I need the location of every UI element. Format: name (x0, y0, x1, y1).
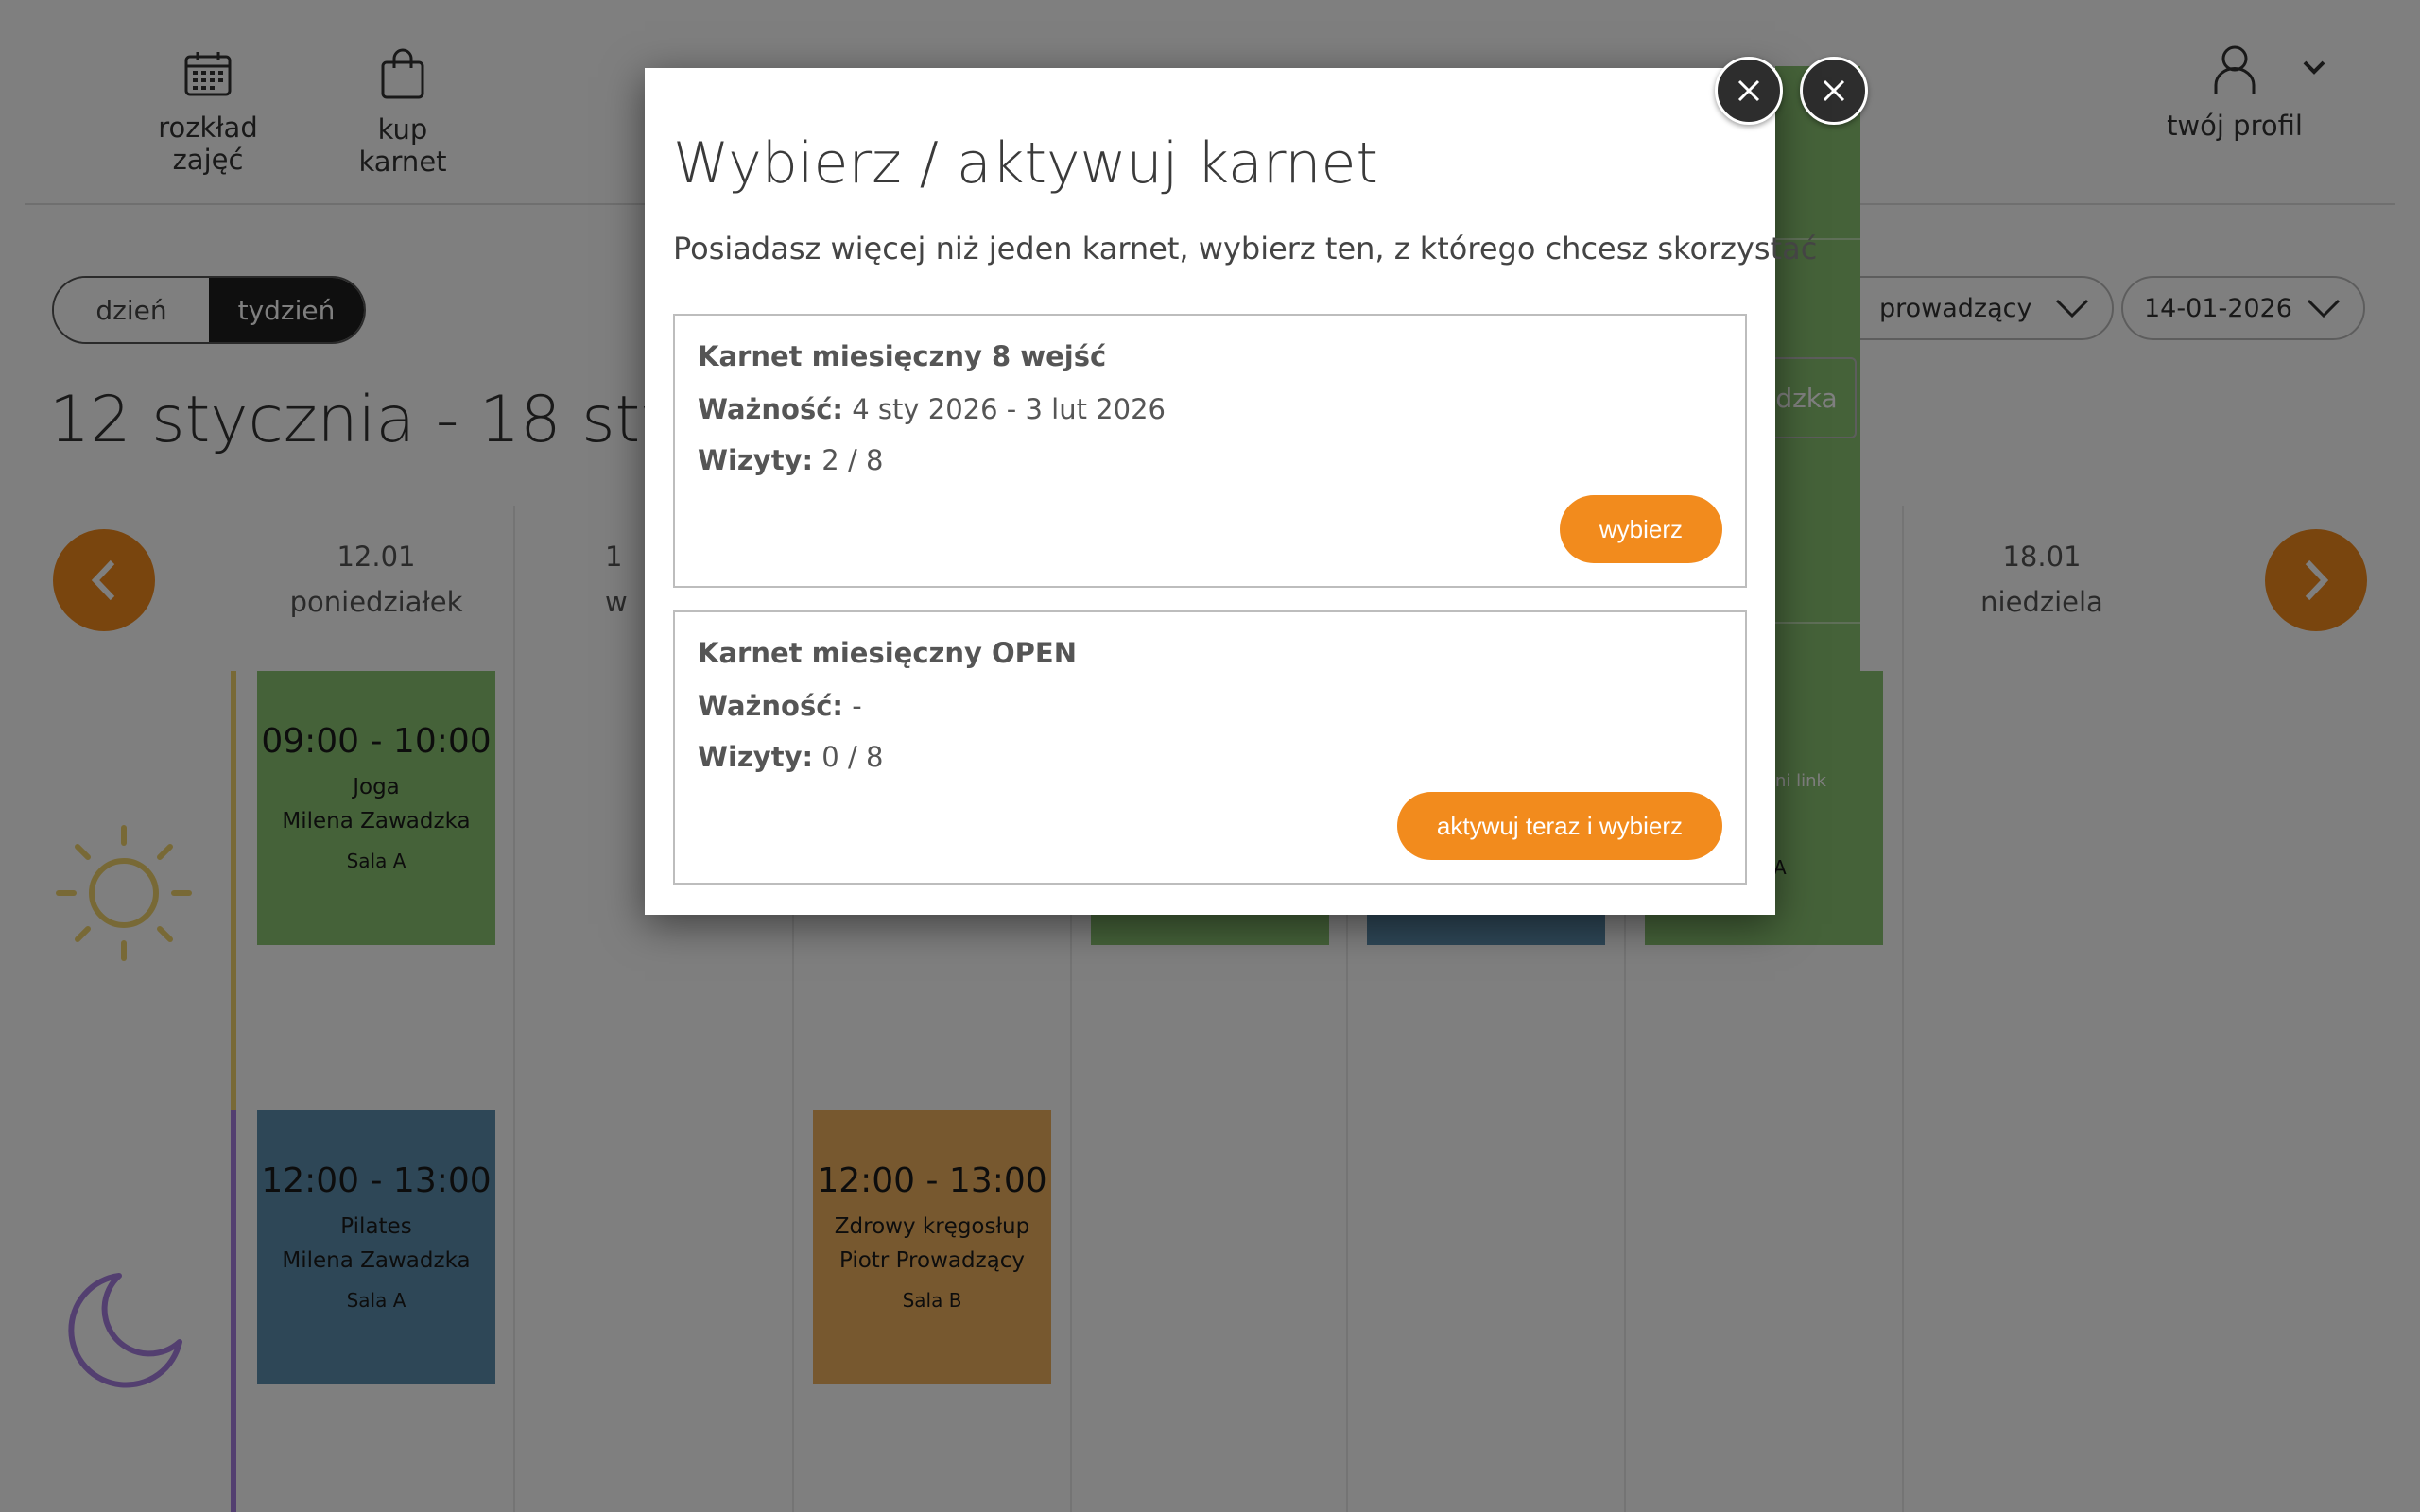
modal-title: Wybierz / aktywuj karnet (673, 130, 1378, 197)
pass-visits: Wizyty: 0 / 8 (698, 741, 883, 773)
pass-card: Karnet miesięczny OPEN Ważność: - Wizyty… (673, 610, 1747, 885)
pass-validity: Ważność: - (698, 690, 862, 722)
validity-value: 4 sty 2026 - 3 lut 2026 (852, 393, 1166, 425)
validity-label: Ważność: (698, 690, 844, 722)
modal-subtitle: Posiadasz więcej niż jeden karnet, wybie… (673, 231, 1818, 266)
visits-label: Wizyty: (698, 741, 814, 773)
pass-validity: Ważność: 4 sty 2026 - 3 lut 2026 (698, 393, 1166, 425)
close-icon (1823, 79, 1845, 102)
visits-value: 2 / 8 (821, 444, 884, 476)
modal-close-button[interactable] (1715, 57, 1783, 125)
visits-value: 0 / 8 (821, 741, 884, 773)
select-pass-modal: Wybierz / aktywuj karnet Posiadasz więce… (645, 68, 1817, 915)
close-icon (1737, 79, 1760, 102)
visits-label: Wizyty: (698, 444, 814, 476)
validity-value: - (852, 690, 862, 722)
validity-label: Ważność: (698, 393, 844, 425)
pass-name: Karnet miesięczny OPEN (698, 637, 1078, 669)
activate-pass-button[interactable]: aktywuj teraz i wybierz (1396, 792, 1722, 860)
pass-name: Karnet miesięczny 8 wejść (698, 340, 1107, 372)
select-pass-button[interactable]: wybierz (1559, 495, 1722, 563)
panel-close-button[interactable] (1800, 57, 1868, 125)
pass-visits: Wizyty: 2 / 8 (698, 444, 883, 476)
pass-card: Karnet miesięczny 8 wejść Ważność: 4 sty… (673, 314, 1747, 588)
